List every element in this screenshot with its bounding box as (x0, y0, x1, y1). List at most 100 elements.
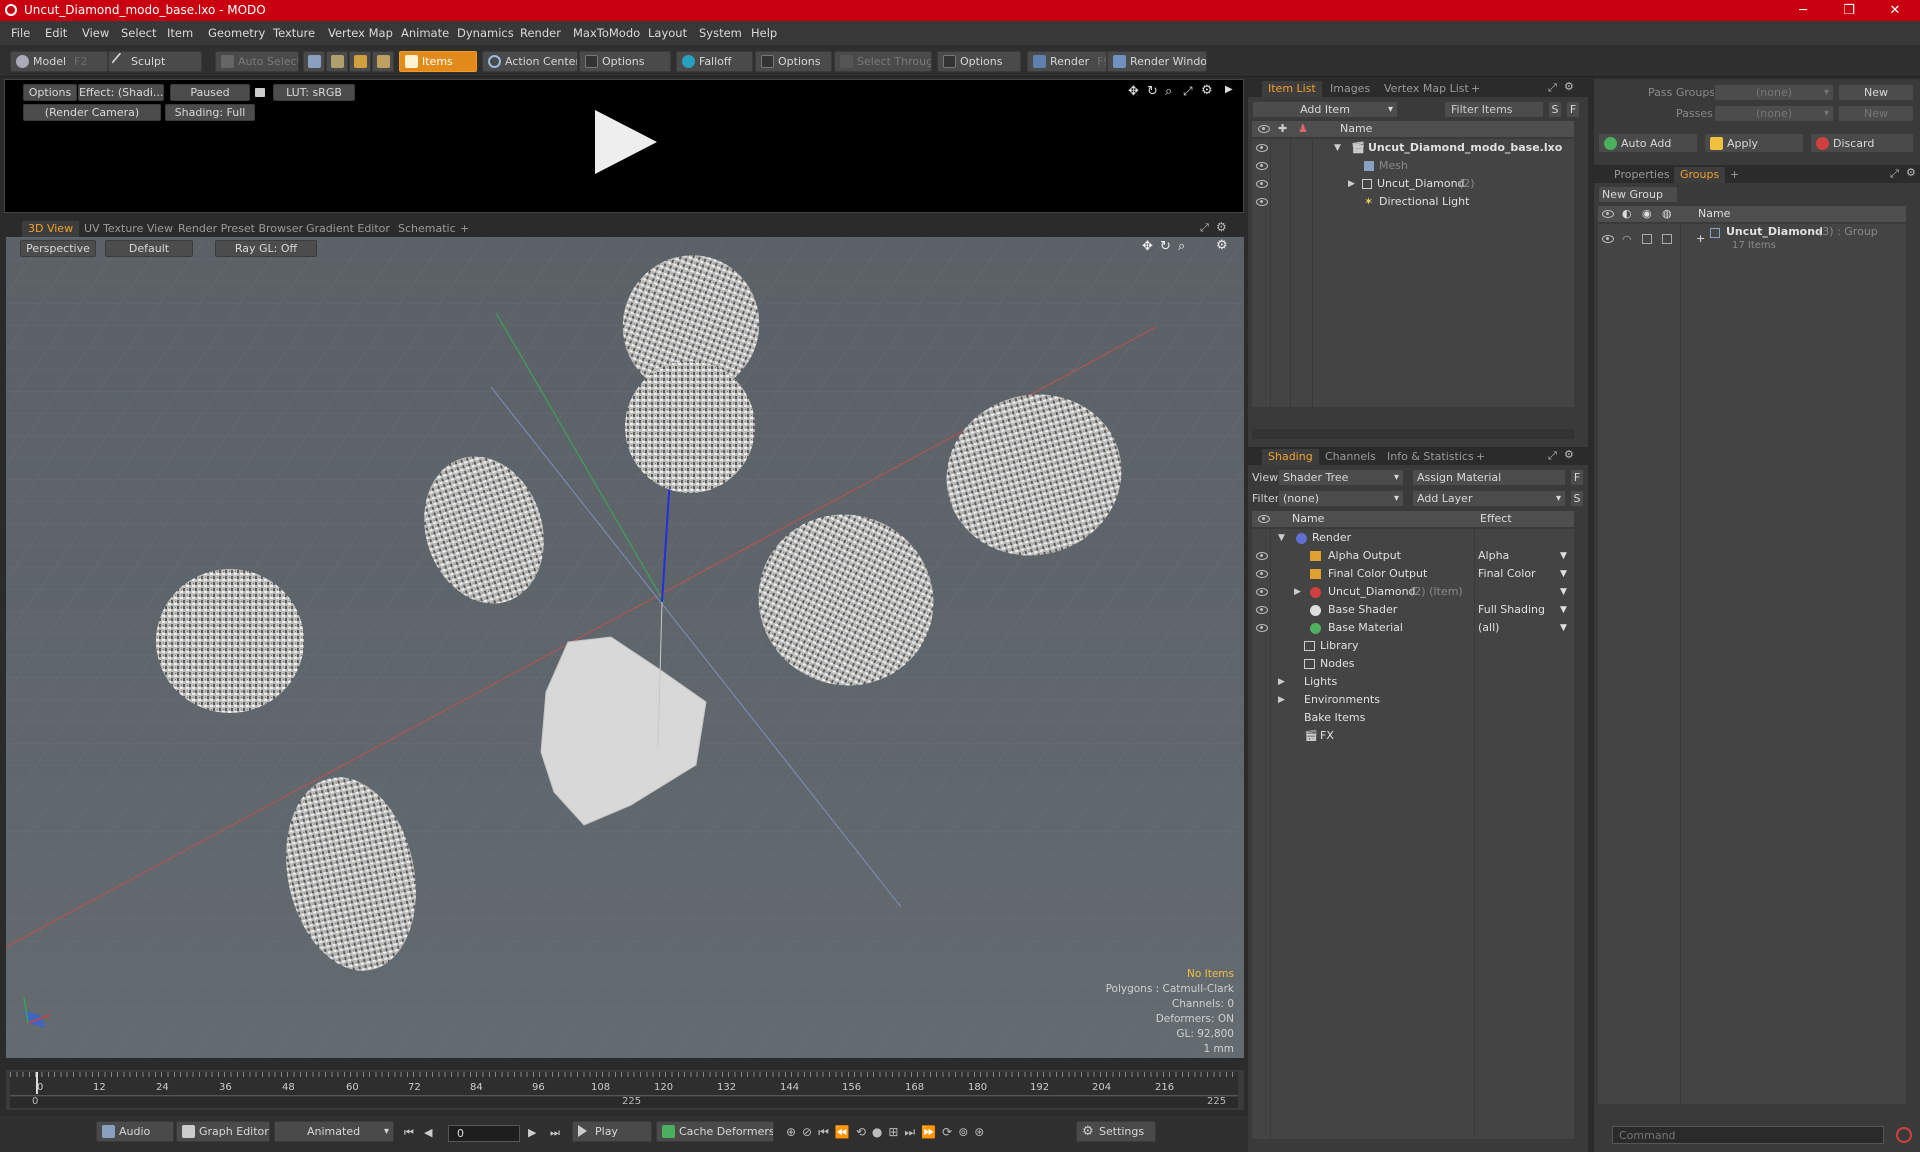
name-column-header[interactable]: Name (1292, 511, 1324, 527)
go-to-end-icon[interactable]: ⏭ (550, 1126, 560, 1140)
tab-shading[interactable]: Shading (1262, 449, 1319, 465)
preview-lut-dropdown[interactable]: LUT: sRGB (273, 84, 355, 101)
list-item[interactable]: Final Color Output Final Color ▼ (1252, 565, 1574, 583)
tab-properties[interactable]: Properties (1608, 167, 1676, 183)
pass-groups-dropdown[interactable]: (none) (1714, 84, 1834, 101)
eye-icon[interactable] (1256, 162, 1268, 170)
effect-column-header[interactable]: Effect (1480, 511, 1512, 527)
play-icon[interactable] (595, 110, 657, 174)
preview-effect-dropdown[interactable]: Effect: (Shadi... (78, 84, 164, 101)
raygl-dropdown[interactable]: Ray GL: Off (215, 240, 317, 257)
list-item[interactable]: ▶ Uncut_Diamond (2) (1252, 175, 1574, 193)
gear-icon[interactable]: ⚙ (1216, 220, 1227, 234)
settings-button[interactable]: ⚙ Settings (1076, 1121, 1156, 1142)
expand-arrow-icon[interactable]: ▶ (1278, 691, 1285, 709)
polygons-mode-button[interactable] (349, 51, 371, 72)
eye-icon[interactable] (1256, 624, 1268, 632)
gear-icon[interactable]: ⚙ (1906, 166, 1916, 179)
list-item[interactable]: ▶ Environments (1252, 691, 1574, 709)
step-forward-icon[interactable]: ▶ (528, 1126, 536, 1139)
menu-animate[interactable]: Animate (401, 26, 449, 40)
materials-mode-button[interactable] (372, 51, 394, 72)
default-style-dropdown[interactable]: Default (105, 240, 193, 257)
select-through-button[interactable]: Select Through (834, 51, 932, 72)
minimize-button[interactable]: ─ (1780, 0, 1826, 21)
tab-item-list[interactable]: Item List (1262, 81, 1322, 97)
eye-icon[interactable] (1256, 144, 1268, 152)
filter-f-button[interactable]: F (1566, 101, 1580, 118)
tab-channels[interactable]: Channels (1319, 449, 1382, 465)
gear-icon[interactable]: ⚙ (1216, 238, 1228, 253)
eye-icon[interactable] (1256, 552, 1268, 560)
select-checkbox[interactable] (1662, 234, 1672, 244)
passes-dropdown[interactable]: (none) (1714, 105, 1834, 122)
play-button[interactable]: Play (572, 1121, 652, 1142)
chevron-down-icon[interactable]: ▼ (1560, 583, 1567, 601)
tab-info-statistics[interactable]: Info & Statistics (1381, 449, 1480, 465)
falloff-button[interactable]: Falloff (676, 51, 753, 72)
list-item[interactable]: ▶ Uncut_Diamond (2) (Item) ▼ (1252, 583, 1574, 601)
menu-texture[interactable]: Texture (273, 26, 315, 40)
menu-system[interactable]: System (699, 26, 742, 40)
move-icon[interactable]: ✥ (1142, 239, 1153, 254)
filter-items-field[interactable]: Filter Items (1444, 101, 1544, 118)
list-item[interactable]: ▶ Lights (1252, 673, 1574, 691)
items-mode-button[interactable]: Items (399, 51, 477, 72)
lock-icon[interactable] (255, 88, 265, 97)
name-column-header[interactable]: Name (1698, 206, 1730, 222)
menu-file[interactable]: File (11, 26, 30, 40)
tab-render-preset-browser[interactable]: Render Preset Browser (172, 221, 309, 237)
maximize-icon[interactable]: ⤢ (1183, 84, 1193, 99)
f-button[interactable]: F (1570, 469, 1584, 486)
expand-arrow-icon[interactable]: ▶ (1348, 175, 1355, 193)
preview-paused-button[interactable]: Paused (170, 84, 250, 101)
frame-field[interactable]: 0 (448, 1125, 520, 1142)
lock-checkbox[interactable] (1642, 234, 1652, 244)
audio-button[interactable]: Audio (96, 1121, 174, 1142)
list-item[interactable]: Nodes (1252, 655, 1574, 673)
name-column-header[interactable]: Name (1340, 121, 1372, 137)
preview-options-button[interactable]: Options (23, 84, 77, 101)
chevron-down-icon[interactable]: ▼ (1560, 547, 1567, 565)
graph-editor-button[interactable]: Graph Editor (176, 1121, 270, 1142)
zoom-icon[interactable]: ⌕ (1165, 84, 1172, 99)
chevron-down-icon[interactable]: ▼ (1560, 565, 1567, 583)
view-dropdown[interactable]: Shader Tree (1278, 469, 1404, 486)
timeline-range-bar[interactable]: 0 225 225 (10, 1096, 1238, 1108)
tab-groups[interactable]: Groups (1674, 167, 1726, 183)
tab-schematic[interactable]: Schematic (392, 221, 462, 237)
rotate-icon[interactable]: ↻ (1160, 239, 1171, 254)
menu-geometry[interactable]: Geometry (208, 26, 265, 40)
add-tab-button[interactable]: + (1470, 449, 1491, 465)
new-group-button[interactable]: New Group (1598, 186, 1678, 203)
model-mode-button[interactable]: Model F2 (10, 51, 108, 72)
eye-icon[interactable] (1256, 588, 1268, 596)
list-item[interactable]: Base Material (all) ▼ (1252, 619, 1574, 637)
menu-render[interactable]: Render (520, 26, 561, 40)
expand-arrow-icon[interactable]: ▼ (1334, 139, 1341, 157)
maximize-icon[interactable]: ⤢ (1548, 81, 1557, 95)
move-icon[interactable]: ✥ (1128, 84, 1139, 99)
3d-viewport[interactable]: Perspective Default Ray GL: Off ✥ ↻ ⌕ ⚙ … (6, 237, 1244, 1058)
add-layer-dropdown[interactable]: Add Layer (1412, 490, 1566, 507)
render-window-button[interactable]: Render Window (1107, 51, 1207, 72)
rotate-icon[interactable]: ↻ (1147, 84, 1158, 99)
list-item[interactable]: Mesh (1252, 157, 1574, 175)
filter-dropdown[interactable]: (none) (1278, 490, 1404, 507)
menu-edit[interactable]: Edit (45, 26, 67, 40)
gear-icon[interactable]: ⚙ (1564, 80, 1574, 93)
add-tab-button[interactable]: + (1465, 81, 1486, 97)
menu-vertex-map[interactable]: Vertex Map (328, 26, 393, 40)
menu-layout[interactable]: Layout (648, 26, 687, 40)
menu-dynamics[interactable]: Dynamics (457, 26, 514, 40)
maximize-icon[interactable]: ⤢ (1200, 221, 1209, 235)
maximize-button[interactable]: ❐ (1826, 0, 1872, 21)
tab-uv-texture-view[interactable]: UV Texture View (78, 221, 179, 237)
falloff-options-button[interactable]: Options (755, 51, 832, 72)
list-item[interactable]: Bake Items (1252, 709, 1574, 727)
expand-plus-icon[interactable]: + (1696, 230, 1705, 248)
expand-arrow-icon[interactable]: ▶ (1278, 673, 1285, 691)
add-tab-button[interactable]: + (1724, 167, 1745, 183)
tab-images[interactable]: Images (1324, 81, 1376, 97)
add-tab-button[interactable]: + (454, 221, 475, 237)
